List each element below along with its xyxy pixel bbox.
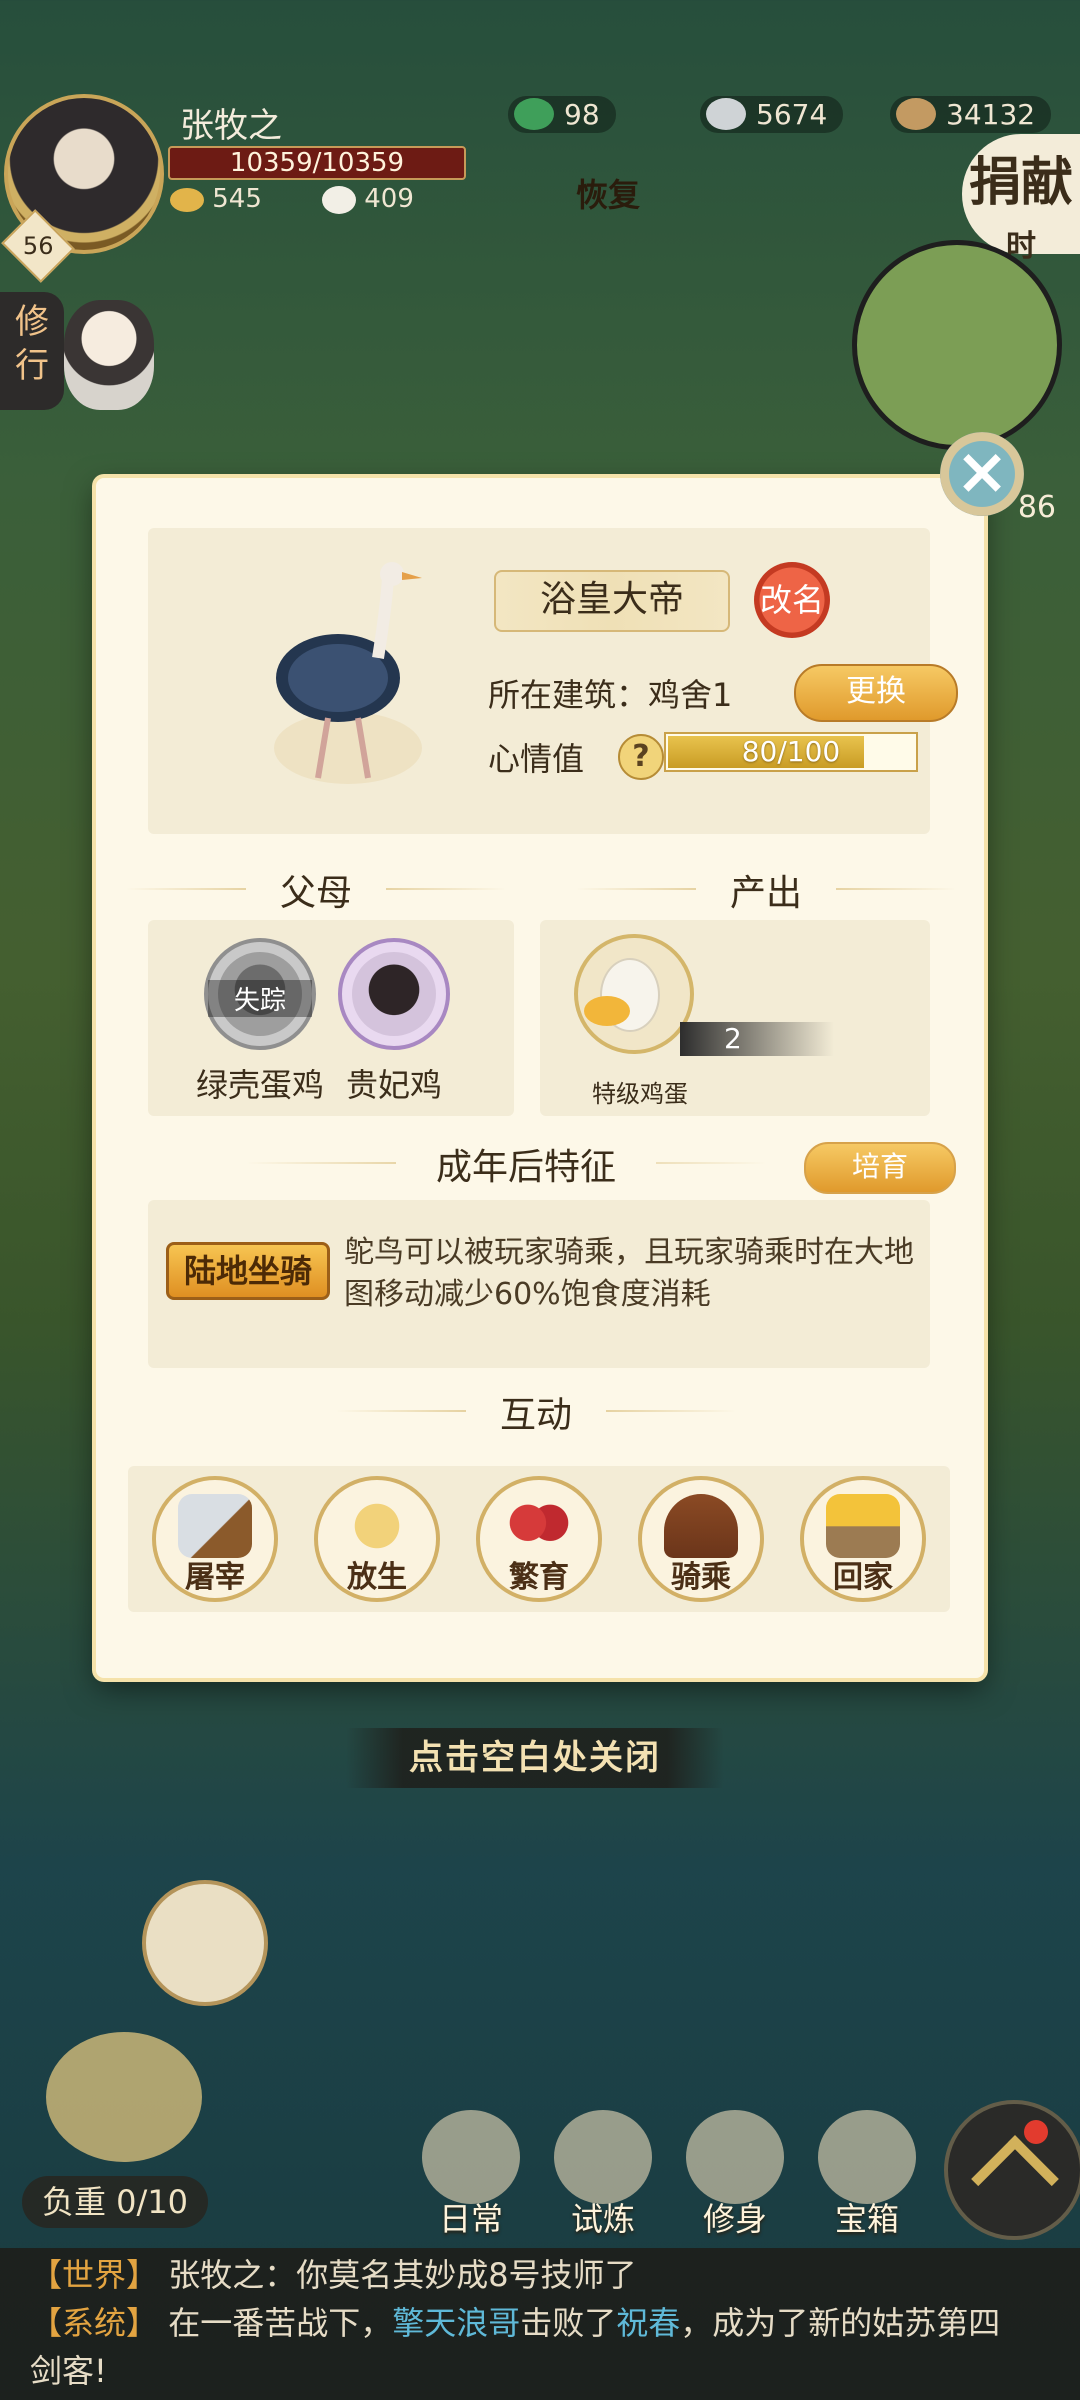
minimap[interactable] bbox=[852, 240, 1062, 450]
ostrich-bubble[interactable] bbox=[142, 1880, 268, 2006]
parent2-name: 贵妃鸡 bbox=[346, 1066, 443, 1104]
ride-button[interactable]: 骑乘 bbox=[638, 1476, 764, 1602]
donate-label: 捐献 bbox=[968, 153, 1073, 213]
saddle-icon bbox=[664, 1494, 738, 1558]
ride-label: 骑乘 bbox=[671, 1560, 731, 1595]
fence-arrow-icon bbox=[826, 1494, 900, 1558]
breed-button[interactable]: 培育 bbox=[804, 1142, 956, 1194]
chat-panel[interactable]: 【世界】 张牧之：你莫名其妙成8号技师了 【系统】 在一番苦战下，擎天浪哥击败了… bbox=[0, 2248, 1080, 2400]
hp-text: 10359/10359 bbox=[229, 148, 405, 178]
release-button[interactable]: 放生 bbox=[314, 1476, 440, 1602]
actions-panel: 屠宰 放生 繁育 骑乘 回家 bbox=[128, 1466, 950, 1612]
go-home-button[interactable]: 回家 bbox=[800, 1476, 926, 1602]
hat-icon bbox=[554, 2110, 652, 2204]
close-hint: 点击空白处关闭 bbox=[346, 1728, 724, 1788]
output-title: 产出 bbox=[696, 864, 836, 916]
chest-label: 宝箱 bbox=[834, 2200, 899, 2238]
release-label: 放生 bbox=[347, 1560, 407, 1595]
missing-status: 失踪 bbox=[208, 980, 312, 1017]
change-building-button[interactable]: 更换 bbox=[794, 664, 958, 722]
output-item-name: 特级鸡蛋 bbox=[592, 1080, 688, 1108]
load-indicator: 负重 0/10 bbox=[22, 2176, 209, 2228]
chat-line-continued: 剑客! bbox=[30, 2352, 107, 2390]
player-link[interactable]: 祝春 bbox=[616, 2304, 680, 2342]
animal-detail-dialog: 浴皇大帝 改名 所在建筑：鸡舍1 更换 心情值 ? ： 80/100 父母 产出… bbox=[96, 478, 984, 1678]
breed-action-button[interactable]: 繁育 bbox=[476, 1476, 602, 1602]
parent2-portrait[interactable] bbox=[338, 938, 450, 1050]
parents-title: 父母 bbox=[246, 864, 386, 916]
cultivate-tab[interactable]: 修行 bbox=[0, 292, 64, 410]
animal-name: 浴皇大帝 bbox=[494, 570, 730, 632]
expand-menu-button[interactable] bbox=[944, 2100, 1080, 2240]
notification-dot bbox=[1024, 2120, 1048, 2144]
animal-info-panel: 浴皇大帝 改名 所在建筑：鸡舍1 更换 心情值 ? ： bbox=[148, 528, 958, 834]
traits-title: 成年后特征 bbox=[396, 1138, 656, 1190]
stall-icon[interactable] bbox=[46, 2032, 202, 2162]
ostrich-portrait bbox=[274, 562, 422, 784]
bowl-icon bbox=[170, 187, 204, 212]
silver-counter[interactable]: 5674 bbox=[700, 96, 844, 133]
daily-label: 日常 bbox=[438, 2200, 503, 2238]
slaughter-label: 屠宰 bbox=[185, 1560, 245, 1595]
parent1-name: 绿壳蛋鸡 bbox=[196, 1066, 325, 1104]
cultivator-avatar[interactable] bbox=[64, 300, 154, 410]
go-home-label: 回家 bbox=[833, 1560, 893, 1595]
stat-a: 545 bbox=[170, 184, 262, 214]
daily-button[interactable]: 日常 bbox=[416, 2110, 526, 2240]
mood-label: 心情值 bbox=[488, 740, 585, 778]
book-icon bbox=[686, 2110, 784, 2204]
parent1-portrait[interactable]: 失踪 bbox=[204, 938, 316, 1050]
output-count: 2 bbox=[680, 1022, 834, 1056]
chat-line-system: 【系统】 在一番苦战下，擎天浪哥击败了祝春，成为了新的姑苏第四 bbox=[30, 2304, 1001, 2342]
trait-description: 鸵鸟可以被玩家骑乘，且玩家骑乘时在大地图移动减少60%饱食度消耗 bbox=[344, 1235, 914, 1312]
cultivate-label: 修身 bbox=[702, 2200, 767, 2238]
hp-bar: 10359/10359 bbox=[168, 146, 466, 180]
interact-title: 互动 bbox=[466, 1386, 606, 1438]
rename-button[interactable]: 改名 bbox=[754, 562, 830, 638]
output-item-icon[interactable] bbox=[574, 934, 694, 1054]
scroll-icon bbox=[422, 2110, 520, 2204]
cleaver-icon bbox=[178, 1494, 252, 1558]
donate-button[interactable]: 捐献 时 bbox=[962, 134, 1080, 262]
chest-icon bbox=[818, 2110, 916, 2204]
stat-b: 409 bbox=[322, 184, 414, 214]
close-button[interactable]: × bbox=[940, 432, 1024, 516]
trial-button[interactable]: 试炼 bbox=[548, 2110, 658, 2240]
chest-button[interactable]: 宝箱 bbox=[812, 2110, 922, 2240]
breed-action-label: 繁育 bbox=[509, 1560, 569, 1595]
bun-icon bbox=[322, 185, 356, 214]
mood-value: 80/100 bbox=[741, 735, 841, 768]
trial-label: 试炼 bbox=[570, 2200, 635, 2238]
trait-badge: 陆地坐骑 bbox=[166, 1242, 330, 1300]
coin-icon bbox=[896, 98, 936, 130]
player-link[interactable]: 擎天浪哥 bbox=[392, 2304, 520, 2342]
bird-icon bbox=[340, 1494, 414, 1558]
jade-icon bbox=[514, 98, 554, 130]
mood-bar: 80/100 bbox=[664, 732, 918, 772]
cultivate-button[interactable]: 修身 bbox=[680, 2110, 790, 2240]
copper-counter[interactable]: 34132 bbox=[890, 96, 1052, 133]
building-label: 所在建筑：鸡舍1 bbox=[488, 676, 733, 714]
hearts-icon bbox=[502, 1494, 576, 1558]
slaughter-button[interactable]: 屠宰 bbox=[152, 1476, 278, 1602]
help-icon[interactable]: ? bbox=[618, 734, 664, 780]
jade-counter[interactable]: 98 bbox=[508, 96, 616, 133]
rooster-icon bbox=[352, 952, 436, 1036]
silver-ingot-icon bbox=[706, 98, 746, 130]
chat-line-world: 【世界】 张牧之：你莫名其妙成8号技师了 bbox=[30, 2256, 637, 2294]
parents-panel: 失踪 绿壳蛋鸡 贵妃鸡 bbox=[148, 920, 514, 1116]
restore-label[interactable]: 恢复 bbox=[576, 170, 640, 216]
side-value: 86 bbox=[1017, 490, 1056, 525]
player-name: 张牧之 bbox=[180, 106, 282, 146]
traits-panel: 陆地坐骑 鸵鸟可以被玩家骑乘，且玩家骑乘时在大地图移动减少60%饱食度消耗 bbox=[148, 1200, 930, 1368]
